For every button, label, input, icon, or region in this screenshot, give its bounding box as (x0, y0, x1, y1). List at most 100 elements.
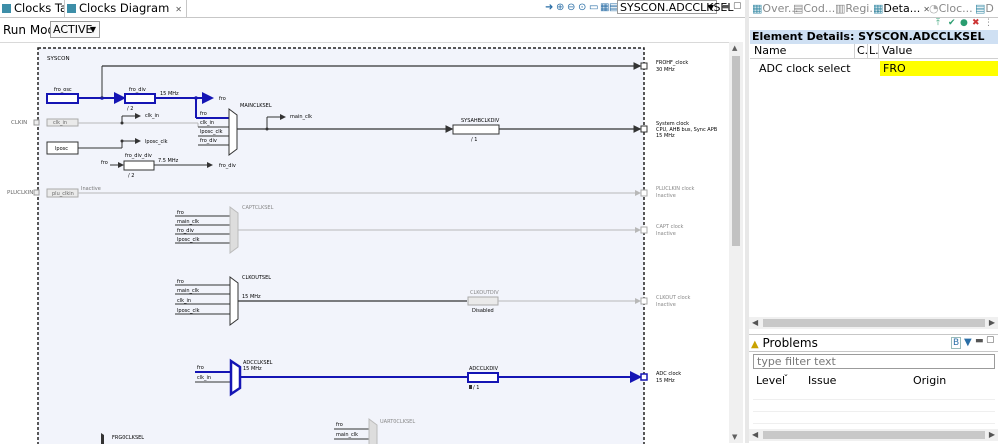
tab-problems[interactable]: ▲ Problems (751, 335, 818, 353)
sysahbclkdiv-block[interactable] (452, 124, 500, 135)
tab-code[interactable]: ▤Cod... (793, 0, 835, 17)
table-row[interactable] (753, 388, 995, 400)
froh-output-pin[interactable] (640, 62, 648, 70)
scroll-thumb[interactable] (732, 56, 740, 246)
col-value[interactable]: Value (882, 44, 912, 58)
tab-clocks-diagram[interactable]: Clocks Diagram ✕ (64, 0, 187, 17)
fro-div-net-label: fro_div (219, 163, 236, 169)
details-horizontal-scrollbar[interactable]: ◀ ▶ (749, 317, 998, 329)
col-issue[interactable]: Issue (808, 373, 836, 388)
clkoutsel-freq: 15 MHz (242, 294, 261, 300)
problems-filter-input[interactable]: type filter text (753, 354, 995, 369)
b-icon[interactable]: B (951, 337, 962, 349)
pin-icon[interactable]: ⤒ (936, 18, 940, 28)
fro-div-ratio: / 2 (127, 106, 133, 112)
col-name[interactable]: Name (754, 44, 786, 58)
run-mode-select[interactable]: ACTIVE ▼ (50, 21, 100, 38)
chevron-up-icon[interactable]: ▲ (732, 44, 737, 52)
chevron-down-icon: ▼ (89, 25, 96, 34)
tab-d[interactable]: ▤D (975, 0, 994, 17)
problems-table-header: Level ⌄ Issue Origin (753, 370, 995, 388)
scroll-thumb[interactable] (763, 319, 985, 327)
chevron-down-icon[interactable]: ▼ (732, 433, 737, 441)
fro-osc-block[interactable] (46, 93, 79, 104)
peripheral-select[interactable]: SYSCON.ADCCLKSEL ▼ (617, 0, 734, 14)
zoom-in-icon[interactable]: ⊕ (556, 2, 564, 13)
adc-clock-pin[interactable] (640, 373, 648, 381)
mainclk-in-0: fro (200, 111, 207, 117)
row-value[interactable]: FRO (880, 61, 998, 76)
sysahbclkdiv-ratio: / 1 (471, 137, 477, 143)
frgsel-label: FRG0CLKSEL (112, 435, 144, 441)
pluclkin-clock-pin[interactable] (640, 189, 648, 197)
captclksel-mux[interactable] (229, 206, 239, 254)
code-icon: ▤ (793, 2, 804, 15)
clock-diagram[interactable]: SYSCON CLKIN PLUCLKIN fro_osc fro_div / … (0, 43, 729, 444)
table-row[interactable] (753, 400, 995, 412)
tab-overview[interactable]: ▦Over... (752, 0, 798, 17)
clkout-in-2: clk_in (177, 298, 191, 304)
sysahbclkdiv-label: SYSAHBCLKDIV (461, 118, 500, 124)
dot-icon[interactable]: ● (960, 18, 968, 28)
pluclkin-pin[interactable] (33, 189, 40, 196)
zoom-out-icon[interactable]: ⊖ (567, 2, 575, 13)
lock-icon (469, 385, 472, 389)
chevron-left-icon[interactable]: ◀ (752, 317, 758, 329)
tab-clocks[interactable]: ◔Cloc... (929, 0, 973, 17)
filter-icon[interactable]: ▼ (964, 337, 972, 348)
clkoutdiv-state: Disabled (472, 308, 494, 314)
pluclkin-clock-state: Inactive (656, 193, 676, 199)
adcclkdiv-block[interactable] (467, 372, 499, 383)
capt-clock-state: Inactive (656, 231, 676, 237)
arrow-right-icon[interactable]: ➜ (545, 2, 553, 13)
column-divider[interactable] (867, 44, 868, 58)
fro-b-label: fro (101, 160, 108, 166)
maximize-icon[interactable]: ▢ (986, 335, 995, 345)
tab-details[interactable]: ▦Deta... ✕ (873, 0, 930, 17)
pluclkin-clock-label: PLUCLKIN clock (656, 186, 695, 192)
close-icon[interactable]: ✕ (175, 5, 182, 14)
table-row[interactable] (753, 412, 995, 424)
chevron-down-icon: ▼ (707, 3, 714, 12)
problems-table: Level ⌄ Issue Origin (753, 370, 995, 433)
col-origin[interactable]: Origin (913, 373, 946, 388)
chevron-right-icon[interactable]: ▶ (989, 317, 995, 329)
monitor-icon[interactable]: ▭ (589, 2, 598, 13)
clkout-clock-pin[interactable] (640, 297, 648, 305)
froh-freq-label: 30 MHz (656, 67, 675, 73)
cross-icon[interactable]: ✖ (972, 18, 980, 28)
clkoutdiv-block[interactable] (467, 296, 499, 306)
clkout-in-0: fro (177, 279, 184, 285)
zoom-fit-icon[interactable]: ⊙ (578, 2, 586, 13)
clkin-pin[interactable] (33, 119, 40, 126)
minimize-icon[interactable]: ▬ (975, 336, 984, 346)
table-row[interactable]: ADC clock select FRO (750, 61, 998, 76)
problems-horizontal-scrollbar[interactable]: ◀ ▶ (749, 429, 998, 441)
chevron-left-icon[interactable]: ◀ (752, 429, 758, 441)
fro-div-block[interactable] (124, 93, 156, 104)
captclksel-label: CAPTCLKSEL (242, 205, 274, 211)
clk-in-net-label: clk_in (145, 113, 159, 119)
capt-clock-pin[interactable] (640, 226, 648, 234)
column-divider[interactable] (878, 44, 879, 58)
adcclksel-mux[interactable] (229, 358, 242, 397)
col-level[interactable]: Level (756, 373, 785, 388)
system-clock-pin[interactable] (640, 125, 648, 133)
maximize-icon[interactable]: ▢ (733, 1, 742, 11)
clkoutsel-mux[interactable] (229, 276, 239, 326)
fro-div-div-block[interactable] (123, 160, 155, 171)
scroll-thumb[interactable] (763, 431, 985, 439)
check-icon[interactable]: ✔ (948, 18, 956, 28)
clock-diagram-canvas[interactable]: SYSCON CLKIN PLUCLKIN fro_osc fro_div / … (0, 42, 729, 444)
menu-icon[interactable]: ⋮ (984, 18, 993, 28)
chevron-right-icon[interactable]: ▶ (989, 429, 995, 441)
system-clock-freq: 15 MHz (656, 133, 675, 139)
capt-clock-label: CAPT clock (656, 224, 684, 230)
mainclksel-mux[interactable] (228, 108, 238, 156)
diagram-vertical-scrollbar[interactable]: ▲ ▼ (729, 42, 743, 443)
minimize-icon[interactable]: ▬ (722, 2, 731, 12)
table-icon (2, 4, 11, 13)
details-toolbar: ⤒ ✔ ● ✖ ⋮ (749, 18, 998, 30)
capt-in-1: main_clk (177, 219, 199, 225)
column-divider[interactable] (854, 44, 855, 58)
